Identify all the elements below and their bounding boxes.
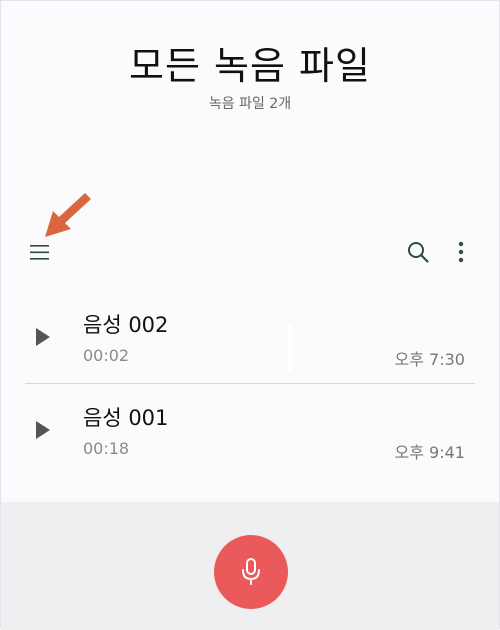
mic-icon (242, 558, 260, 585)
menu-button[interactable] (23, 235, 57, 269)
record-button[interactable] (214, 535, 288, 609)
play-icon[interactable] (35, 327, 51, 347)
recording-time: 오후 9:41 (394, 443, 465, 462)
recording-count: 녹음 파일 2개 (208, 96, 292, 112)
recording-name: 음성 001 (83, 406, 169, 430)
play-icon[interactable] (35, 420, 51, 440)
menu-icon (30, 245, 49, 260)
scroll-indicator[interactable] (288, 323, 292, 373)
list-item[interactable]: 음성 002 00:02 오후 7:30 (1, 291, 499, 383)
search-icon (408, 242, 429, 263)
list-item[interactable]: 음성 001 00:18 오후 9:41 (1, 384, 499, 476)
more-options-button[interactable] (444, 235, 478, 269)
recording-duration: 00:02 (83, 346, 130, 365)
recording-duration: 00:18 (83, 439, 130, 458)
more-vert-icon (458, 241, 464, 263)
recording-name: 음성 002 (83, 313, 169, 337)
search-button[interactable] (401, 235, 435, 269)
page-title: 모든 녹음 파일 (129, 44, 371, 88)
recording-time: 오후 7:30 (394, 350, 465, 369)
